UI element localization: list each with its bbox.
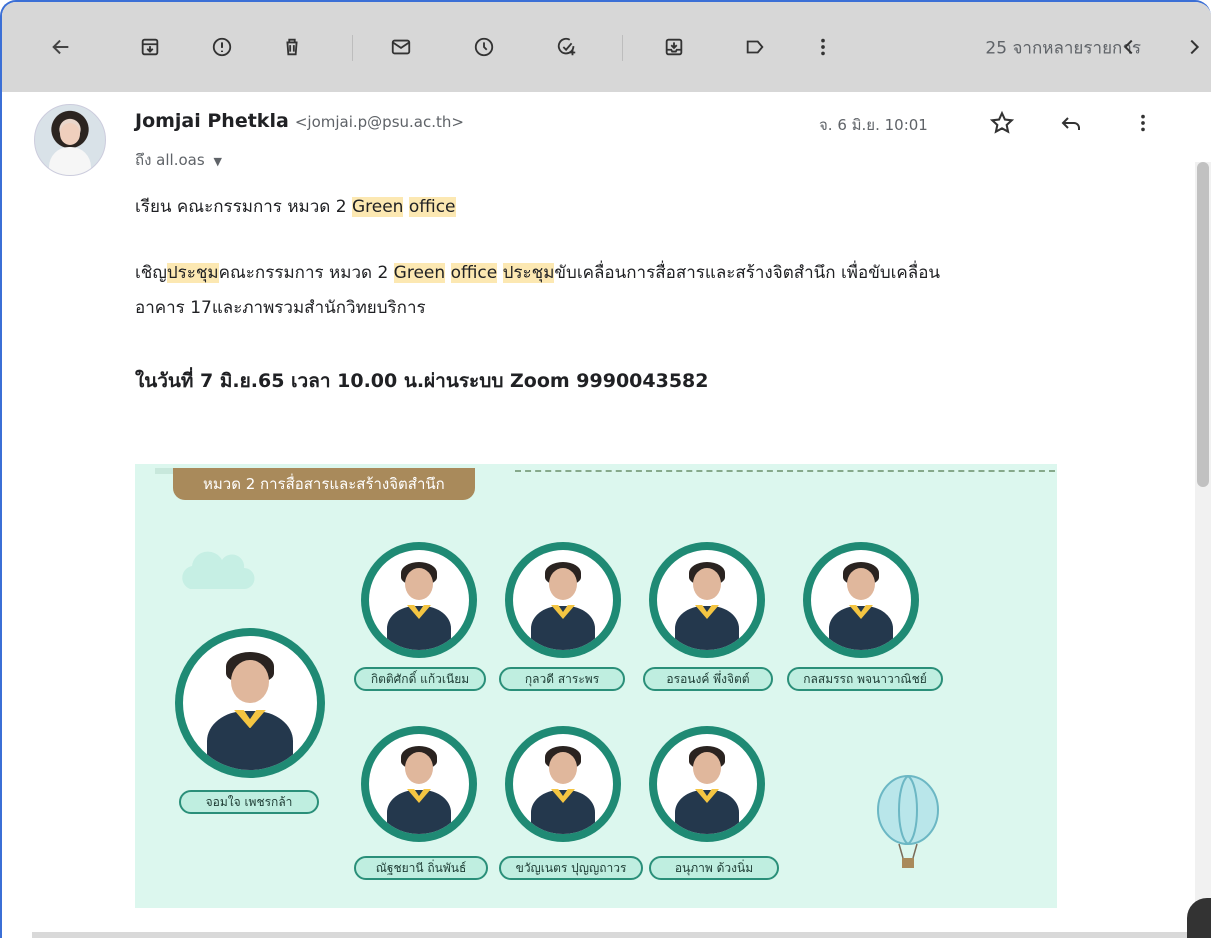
mark-unread-icon[interactable] [384,30,418,64]
member-photo [649,726,765,842]
committee-poster-image[interactable]: หมวด 2 การสื่อสารและสร้างจิตสำนึก จอมใจ … [135,464,1057,908]
archive-icon[interactable] [133,30,167,64]
body-text: คณะกรรมการ หมวด 2 [218,263,394,283]
add-task-icon[interactable] [550,30,584,64]
member-name-label: ขวัญเนตร ปุญญถาวร [499,856,643,880]
next-icon[interactable] [1177,30,1211,64]
label-icon[interactable] [738,30,772,64]
sender-name[interactable]: Jomjai Phetkla [135,110,289,132]
snooze-icon[interactable] [467,30,501,64]
scrollbar-thumb[interactable] [1197,162,1209,487]
poster-dashed-line [515,470,1055,472]
body-greeting: เรียน คณะกรรมการ หมวด 2 Green office [135,194,456,220]
recipient-label: ถึง all.oas [135,151,205,169]
member-photo [803,542,919,658]
body-invitation: เชิญประชุมคณะกรรมการ หมวด 2 Green office… [135,260,940,286]
leader-name-label: จอมใจ เพชรกล้า [179,790,319,814]
avatar-face [60,123,80,145]
cloud-icon [182,551,255,589]
recipient-dropdown[interactable]: ถึง all.oas ▼ [135,148,222,172]
move-to-icon[interactable] [657,30,691,64]
body-meeting-time: ในวันที่ 7 มิ.ย.65 เวลา 10.00 น.ผ่านระบบ… [135,370,709,392]
star-icon[interactable] [987,108,1017,138]
member-name-label: อนุภาพ ด้วงนิ่ม [649,856,779,880]
email-view: 25 จากหลายรายการ Jomjai Phetkla <jomjai.… [0,0,1211,938]
toolbar-divider [352,35,353,61]
member-name-label: กุลวดี สาระพร [499,667,625,691]
hot-air-balloon-icon [877,775,939,868]
member-name-label: กิตติศักดิ์ แก้วเนียม [354,667,486,691]
leader-photo [175,628,325,778]
search-highlight: office [408,197,456,217]
body-text: เชิญ [135,263,167,283]
toolbar: 25 จากหลายรายการ [2,2,1211,92]
report-spam-icon[interactable] [205,30,239,64]
body-text: เรียน คณะกรรมการ หมวด 2 [135,197,352,217]
sender-avatar[interactable] [34,104,106,176]
member-name-label: ณัฐชยานี ถิ่นพันธ์ [354,856,488,880]
more-vert-icon[interactable] [806,30,840,64]
body-text: ขับเคลื่อนการสื่อสารและสร้างจิตสำนึก เพื… [554,263,941,283]
search-highlight: Green [351,197,404,217]
member-photo [361,726,477,842]
window-corner [1187,898,1211,938]
body-text-line3: อาคาร 17และภาพรวมสำนักวิทยบริการ [135,298,426,318]
avatar-shirt [49,147,91,175]
toolbar-divider [622,35,623,61]
member-photo [505,726,621,842]
message-date: จ. 6 มิ.ย. 10:01 [819,116,928,134]
poster-title: หมวด 2 การสื่อสารและสร้างจิตสำนึก [173,468,475,500]
search-highlight: Green [393,263,446,283]
sender-line: Jomjai Phetkla <jomjai.p@psu.ac.th> [135,110,464,132]
message-more-icon[interactable] [1128,108,1158,138]
member-photo [649,542,765,658]
search-highlight: ประชุม [166,263,219,283]
member-name-label: กลสมรรถ พจนาวาณิชย์ [787,667,943,691]
search-highlight: ประชุม [502,263,555,283]
back-arrow-icon[interactable] [44,30,78,64]
member-photo [505,542,621,658]
prev-icon[interactable] [1112,30,1146,64]
reply-icon[interactable] [1056,108,1086,138]
member-photo [361,542,477,658]
sender-email: <jomjai.p@psu.ac.th> [294,113,464,131]
search-highlight: office [450,263,498,283]
chevron-down-icon[interactable]: ▼ [213,155,221,168]
delete-icon[interactable] [275,30,309,64]
member-name-label: อรอนงค์ พึ่งจิตต์ [643,667,773,691]
horizontal-scrollbar[interactable] [32,932,1192,938]
